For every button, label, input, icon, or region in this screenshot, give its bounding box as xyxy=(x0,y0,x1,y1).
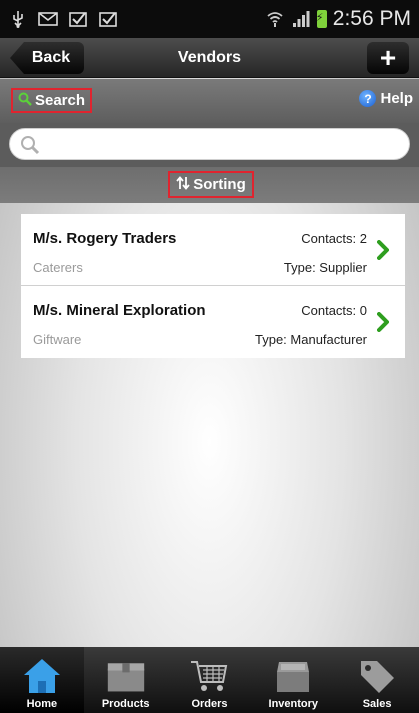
sorting-bar: Sorting xyxy=(0,167,419,203)
cart-icon xyxy=(189,656,229,696)
chevron-right-icon xyxy=(377,240,389,265)
sorting-button-label: Sorting xyxy=(193,176,246,193)
tab-sales[interactable]: Sales xyxy=(335,647,419,713)
vendor-contacts: Contacts: 0 xyxy=(301,303,367,318)
search-field-container xyxy=(0,123,419,167)
tab-home[interactable]: Home xyxy=(0,647,84,713)
help-button[interactable]: ? Help xyxy=(359,90,413,107)
tab-inventory[interactable]: Inventory xyxy=(251,647,335,713)
signal-icon xyxy=(291,10,311,28)
battery-icon xyxy=(316,10,327,28)
tab-label: Orders xyxy=(191,698,228,710)
tab-label: Products xyxy=(101,698,150,710)
tab-orders[interactable]: Orders xyxy=(168,647,252,713)
title-bar: Back Vendors + xyxy=(0,38,419,78)
inventory-icon xyxy=(273,656,313,696)
help-button-label: Help xyxy=(380,90,413,107)
search-input[interactable] xyxy=(9,128,410,160)
help-icon: ? xyxy=(359,90,377,107)
chevron-right-icon xyxy=(377,312,389,337)
vendor-type: Type: Supplier xyxy=(283,260,367,275)
magnifier-icon xyxy=(20,135,40,160)
search-button-label: Search xyxy=(34,92,86,109)
vendor-name: M/s. Rogery Traders xyxy=(33,230,177,247)
vendor-type: Type: Manufacturer xyxy=(255,332,367,347)
usb-icon xyxy=(8,10,28,28)
plus-icon: + xyxy=(379,42,397,73)
check-icon xyxy=(98,10,118,28)
search-toolbar: Search ? Help xyxy=(0,79,419,123)
clock: 2:56 PM xyxy=(332,7,411,30)
search-icon xyxy=(18,92,32,110)
tab-label: Home xyxy=(26,698,58,710)
check-icon xyxy=(68,10,88,28)
back-button[interactable]: Back xyxy=(10,42,84,74)
vendor-name: M/s. Mineral Exploration xyxy=(33,302,206,319)
status-bar: 2:56 PM xyxy=(0,0,419,38)
tab-label: Inventory xyxy=(268,698,319,710)
add-vendor-button[interactable]: + xyxy=(367,42,409,74)
vendor-category: Caterers xyxy=(33,260,83,275)
home-icon xyxy=(22,656,62,696)
sort-arrows-icon xyxy=(176,175,190,194)
vendor-list: M/s. Rogery Traders Caterers Contacts: 2… xyxy=(21,214,405,358)
tab-products[interactable]: Products xyxy=(84,647,168,713)
list-item[interactable]: M/s. Rogery Traders Caterers Contacts: 2… xyxy=(21,214,405,286)
vendor-category: Giftware xyxy=(33,332,82,347)
tab-label: Sales xyxy=(362,698,392,710)
tag-icon xyxy=(357,656,397,696)
list-item[interactable]: M/s. Mineral Exploration Giftware Contac… xyxy=(21,286,405,358)
search-button[interactable]: Search xyxy=(11,88,92,113)
wifi-icon xyxy=(265,10,285,28)
vendor-contacts: Contacts: 2 xyxy=(301,231,367,246)
mail-icon xyxy=(38,10,58,28)
sorting-button[interactable]: Sorting xyxy=(168,171,254,198)
bottom-tab-bar: Home Products Orders Inventory Sales xyxy=(0,647,419,713)
box-icon xyxy=(106,656,146,696)
